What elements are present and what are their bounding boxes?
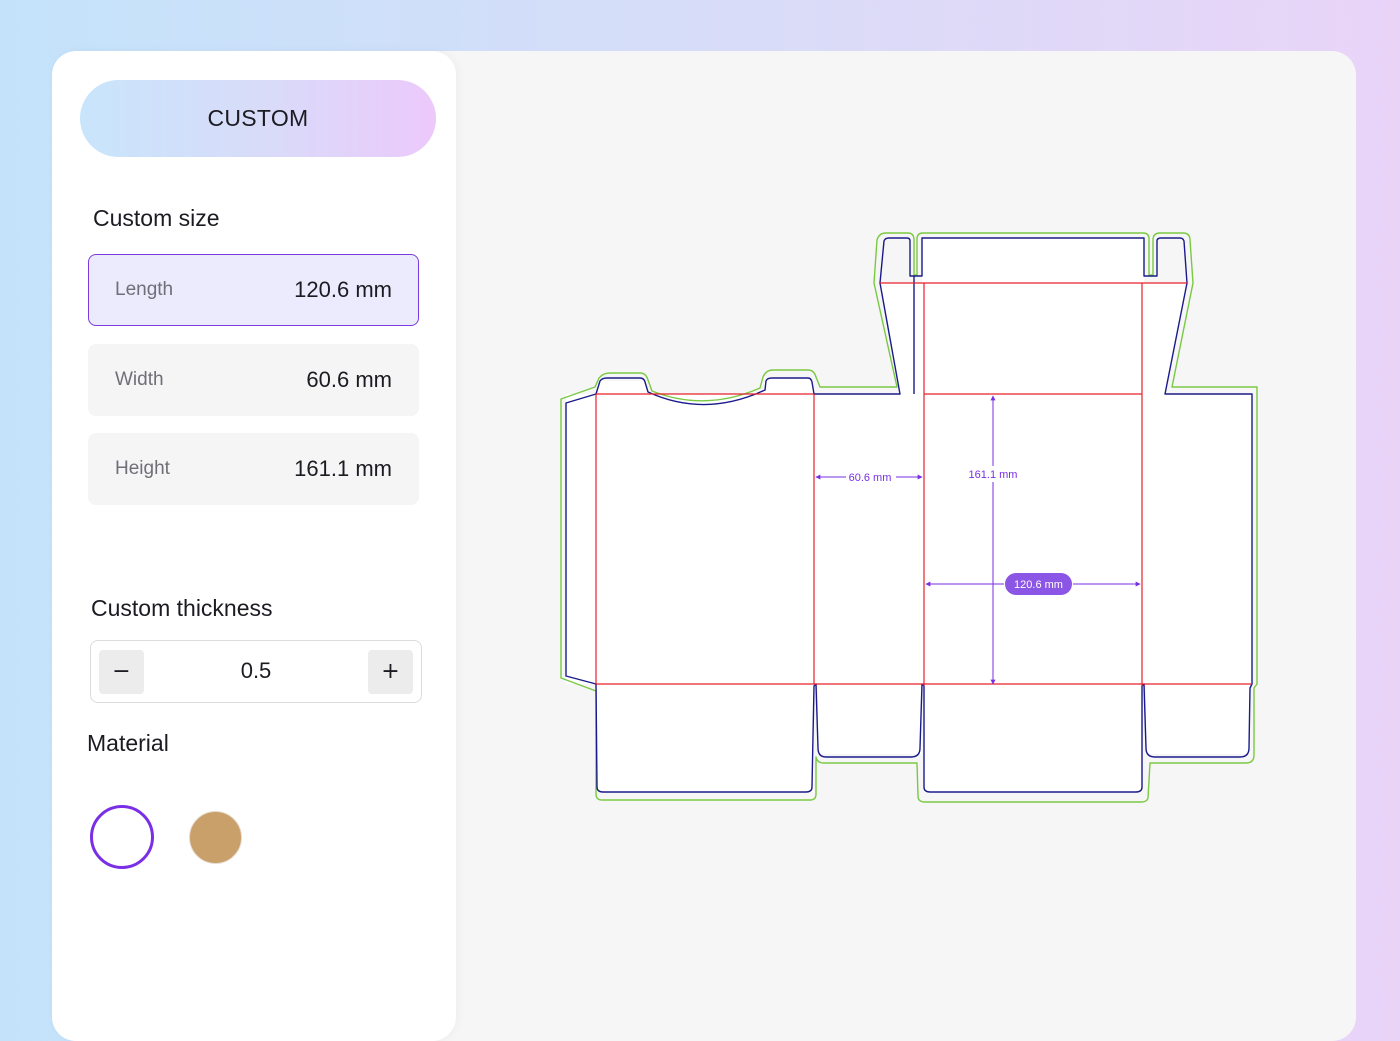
custom-thickness-title: Custom thickness: [91, 595, 273, 621]
increment-button[interactable]: +: [368, 650, 413, 694]
length-value: 120.6 mm: [294, 277, 392, 302]
height-label: Height: [115, 458, 170, 479]
thickness-stepper: − 0.5 +: [90, 640, 422, 703]
material-kraft-swatch[interactable]: [189, 811, 242, 864]
width-field[interactable]: Width 60.6 mm: [88, 344, 419, 416]
material-white-swatch[interactable]: [90, 805, 154, 869]
decrement-button[interactable]: −: [99, 650, 144, 694]
height-field[interactable]: Height 161.1 mm: [88, 433, 419, 505]
height-value: 161.1 mm: [294, 456, 392, 481]
options-sidebar: CUSTOM Custom size Length 120.6 mm Width…: [52, 51, 456, 1041]
width-value: 60.6 mm: [306, 367, 392, 392]
width-dimension-label: 60.6 mm: [849, 472, 892, 484]
height-dimension-label: 161.1 mm: [969, 469, 1018, 481]
custom-size-title: Custom size: [93, 205, 220, 231]
length-field[interactable]: Length 120.6 mm: [88, 254, 419, 326]
length-label: Length: [115, 279, 174, 300]
custom-mode-button[interactable]: CUSTOM: [80, 80, 436, 157]
width-label: Width: [115, 369, 164, 390]
material-title: Material: [87, 730, 169, 756]
thickness-value[interactable]: 0.5: [151, 641, 361, 701]
length-dimension-label: 120.6 mm: [1014, 579, 1063, 591]
